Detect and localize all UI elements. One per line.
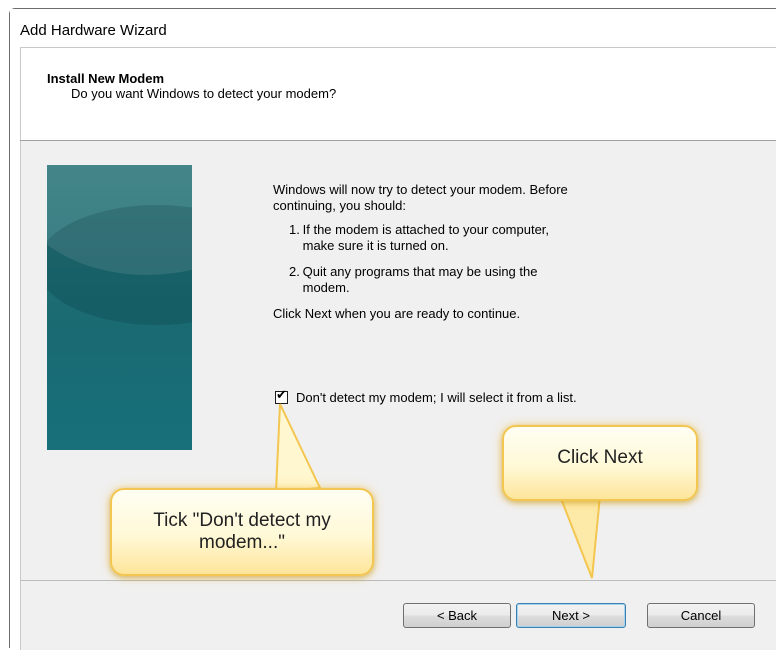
- dont-detect-option[interactable]: ✔ Don't detect my modem; I will select i…: [275, 388, 577, 405]
- title-bar[interactable]: Add Hardware Wizard: [10, 9, 776, 47]
- banner-shadow: [47, 205, 192, 325]
- step-number: 2.: [289, 264, 300, 279]
- step-text: Quit any programs that may be using the …: [302, 264, 538, 295]
- step-text: If the modem is attached to your compute…: [302, 222, 550, 253]
- cancel-button[interactable]: Cancel: [647, 603, 755, 628]
- wizard-footer: < Back Next > Cancel: [20, 580, 776, 650]
- outro-text: Click Next when you are ready to continu…: [273, 306, 521, 321]
- intro-text: Windows will now try to detect your mode…: [273, 182, 568, 213]
- dont-detect-label[interactable]: Don't detect my modem; I will select it …: [296, 390, 577, 405]
- next-button[interactable]: Next >: [516, 603, 626, 628]
- next-callout: Click Next: [502, 425, 698, 501]
- checkmark-icon: ✔: [276, 388, 287, 403]
- window-title: Add Hardware Wizard: [20, 22, 167, 39]
- dont-detect-checkbox[interactable]: ✔: [275, 388, 288, 404]
- tick-callout-text: Tick "Don't detect my modem...": [153, 510, 331, 553]
- step-2: 2. Quit any programs that may be using t…: [289, 264, 653, 296]
- header-subtitle: Do you want Windows to detect your modem…: [71, 86, 337, 101]
- instructions: Windows will now try to detect your mode…: [273, 182, 653, 322]
- tick-callout: Tick "Don't detect my modem...": [110, 488, 374, 576]
- step-number: 1.: [289, 222, 300, 237]
- wizard-header: Install New Modem Do you want Windows to…: [20, 48, 776, 140]
- step-1: 1. If the modem is attached to your comp…: [289, 222, 653, 254]
- header-title: Install New Modem: [47, 71, 165, 86]
- wizard-banner-image: [47, 165, 192, 450]
- next-callout-text: Click Next: [557, 447, 643, 468]
- back-button[interactable]: < Back: [403, 603, 511, 628]
